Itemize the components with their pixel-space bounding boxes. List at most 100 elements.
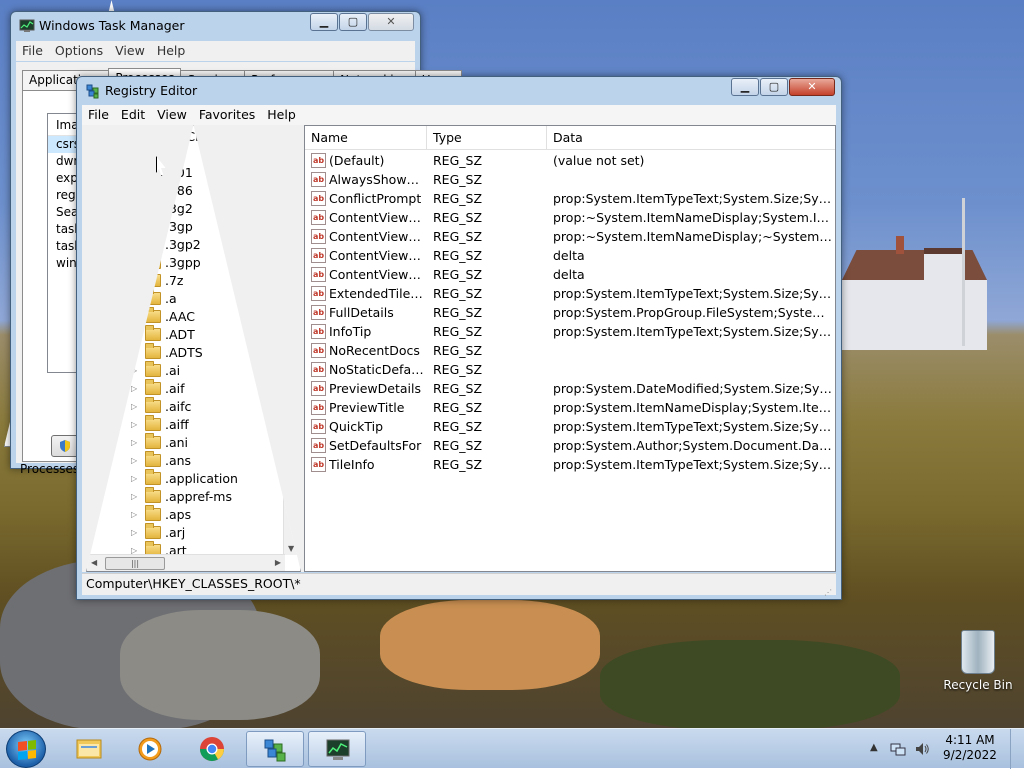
registry-key-tree[interactable]: ◢ HKEY_CLASSES_ROOT ▷ * ▷ .001 ▷ .386 ▷ .3g2 ▷ .3… xyxy=(86,125,301,572)
tree-node-label: .ai xyxy=(165,363,181,378)
maximize-button[interactable]: ▢ xyxy=(339,13,367,31)
tree-vertical-scrollbar[interactable]: ▲ ▼ xyxy=(283,126,300,555)
registry-value-row[interactable]: abNoStaticDefault... REG_SZ xyxy=(305,360,835,379)
show-hidden-icons-arrow-icon[interactable]: ▲ xyxy=(870,742,878,753)
close-button[interactable]: ✕ xyxy=(789,78,835,96)
expand-arrow-icon[interactable]: ▷ xyxy=(131,169,139,177)
taskbar-media-player-button[interactable] xyxy=(121,731,179,767)
menu-file[interactable]: File xyxy=(82,105,115,125)
column-header-name[interactable]: Name xyxy=(305,126,427,150)
tree-node-label: .aif xyxy=(165,381,185,396)
scrollbar-thumb[interactable] xyxy=(286,144,299,160)
registry-value-row[interactable]: abContentViewMo... REG_SZ prop:~System.Ite… xyxy=(305,208,835,227)
scroll-up-arrow-icon[interactable]: ▲ xyxy=(288,128,294,137)
expand-arrow-icon[interactable]: ▷ xyxy=(131,385,139,393)
task-manager-titlebar[interactable]: Windows Task Manager ▁ ▢ ✕ xyxy=(11,12,420,40)
registry-value-row[interactable]: ab ConflictPrompt REG_SZ prop:System.ItemTy… xyxy=(305,189,835,208)
expand-arrow-icon[interactable]: ▷ xyxy=(131,349,139,357)
column-header-type[interactable]: Type xyxy=(427,126,547,150)
expand-arrow-icon[interactable]: ▷ xyxy=(131,241,139,249)
expand-arrow-icon[interactable]: ▷ xyxy=(131,475,139,483)
taskbar-clock[interactable]: 4:11 AM 9/2/2022 xyxy=(936,733,1004,763)
scroll-down-arrow-icon[interactable]: ▼ xyxy=(288,544,294,553)
menu-favorites[interactable]: Favorites xyxy=(193,105,261,125)
registry-value-row[interactable]: ab ExtendedTileInfo REG_SZ prop:System.Item… xyxy=(305,284,835,303)
registry-value-row[interactable]: ab AlwaysShowExt REG_SZ xyxy=(305,170,835,189)
expand-arrow-icon[interactable]: ▷ xyxy=(131,529,139,537)
maximize-button[interactable]: ▢ xyxy=(760,78,788,96)
network-icon[interactable] xyxy=(890,741,906,757)
tree-node-label: .001 xyxy=(165,165,193,180)
expand-arrow-icon[interactable]: ▷ xyxy=(131,403,139,411)
start-button[interactable] xyxy=(6,730,46,768)
expand-arrow-icon[interactable]: ▷ xyxy=(131,295,139,303)
value-data-cell: prop:System.ItemTypeText;System.Size;Sys… xyxy=(553,324,833,339)
value-data-cell: prop:System.DateModified;System.Size;Sys… xyxy=(553,381,833,396)
string-value-icon: ab xyxy=(311,267,326,282)
registry-value-row[interactable]: ab (Default) REG_SZ (value not set) xyxy=(305,151,835,170)
scroll-right-arrow-icon[interactable]: ▶ xyxy=(275,558,281,567)
resize-grip-icon[interactable]: ⋰ xyxy=(824,583,834,597)
taskbar-explorer-button[interactable] xyxy=(60,731,118,767)
volume-icon[interactable] xyxy=(914,741,930,757)
registry-editor-titlebar[interactable]: Registry Editor ▁ ▢ ✕ xyxy=(77,77,841,105)
expand-arrow-icon[interactable]: ▷ xyxy=(131,367,139,375)
registry-value-row[interactable]: ab NoRecentDocs REG_SZ xyxy=(305,341,835,360)
value-data-cell: prop:~System.ItemNameDisplay;System.Item… xyxy=(553,210,833,225)
menu-file[interactable]: File xyxy=(16,41,49,61)
registry-value-row[interactable]: ab PreviewTitle REG_SZ prop:System.ItemName… xyxy=(305,398,835,417)
expand-arrow-icon[interactable]: ▷ xyxy=(131,439,139,447)
registry-value-row[interactable]: ab QuickTip REG_SZ prop:System.ItemTypeText… xyxy=(305,417,835,436)
registry-editor-window[interactable]: Registry Editor ▁ ▢ ✕ File Edit View Fav… xyxy=(76,76,842,600)
scroll-left-arrow-icon[interactable]: ◀ xyxy=(91,558,97,567)
expand-arrow-icon[interactable]: ▷ xyxy=(131,331,139,339)
expand-arrow-icon[interactable]: ▷ xyxy=(131,277,139,285)
registry-value-row[interactable]: ab FullDetails REG_SZ prop:System.PropGroup… xyxy=(305,303,835,322)
minimize-button[interactable]: ▁ xyxy=(731,78,759,96)
expand-arrow-icon[interactable]: ▷ xyxy=(131,187,139,195)
value-data-cell: (value not set) xyxy=(553,153,645,168)
menu-help[interactable]: Help xyxy=(151,41,192,61)
collapse-arrow-icon[interactable]: ◢ xyxy=(109,133,117,141)
close-button[interactable]: ✕ xyxy=(368,13,414,31)
registry-value-row[interactable]: ab PreviewDetails REG_SZ prop:System.DateMo… xyxy=(305,379,835,398)
expand-arrow-icon[interactable]: ▷ xyxy=(131,493,139,501)
expand-arrow-icon[interactable]: ▷ xyxy=(131,205,139,213)
taskbar-chrome-button[interactable] xyxy=(183,731,241,767)
menu-options[interactable]: Options xyxy=(49,41,109,61)
window-title: Windows Task Manager xyxy=(39,18,185,33)
expand-arrow-icon[interactable]: ▷ xyxy=(131,457,139,465)
taskbar-regedit-button[interactable] xyxy=(246,731,304,767)
menu-edit[interactable]: Edit xyxy=(115,105,151,125)
scrollbar-thumb[interactable]: ||| xyxy=(105,557,165,570)
menu-help[interactable]: Help xyxy=(261,105,302,125)
registry-value-row[interactable]: ab InfoTip REG_SZ prop:System.ItemTypeText;… xyxy=(305,322,835,341)
minimize-button[interactable]: ▁ xyxy=(310,13,338,31)
registry-value-row[interactable]: ab SetDefaultsFor REG_SZ prop:System.Author… xyxy=(305,436,835,455)
value-data-cell: prop:System.ItemTypeText;System.Size;Sys… xyxy=(553,419,833,434)
registry-value-row[interactable]: abContentViewMo... REG_SZ delta xyxy=(305,265,835,284)
menu-view[interactable]: View xyxy=(151,105,193,125)
taskbar-taskmgr-button[interactable] xyxy=(308,731,366,767)
registry-value-row[interactable]: abContentViewMo... REG_SZ prop:~System.Ite… xyxy=(305,227,835,246)
folder-icon xyxy=(145,469,161,485)
tree-horizontal-scrollbar[interactable]: ◀ ||| ▶ xyxy=(87,554,285,571)
expand-arrow-icon[interactable]: ▷ xyxy=(131,313,139,321)
value-name-cell: ContentViewMo... xyxy=(329,248,425,263)
string-value-icon: ab xyxy=(311,457,326,472)
recycle-bin-desktop-icon[interactable]: Recycle Bin xyxy=(940,630,1016,692)
tree-node-label: .AAC xyxy=(165,309,195,324)
current-key-path: Computer\HKEY_CLASSES_ROOT\* xyxy=(86,576,301,591)
expand-arrow-icon[interactable]: ▷ xyxy=(131,259,139,267)
expand-arrow-icon[interactable]: ▷ xyxy=(131,151,139,159)
expand-arrow-icon[interactable]: ▷ xyxy=(131,421,139,429)
show-desktop-button[interactable] xyxy=(1010,729,1024,769)
registry-value-row[interactable]: abContentViewMo... REG_SZ delta xyxy=(305,246,835,265)
expand-arrow-icon[interactable]: ▷ xyxy=(131,223,139,231)
expand-arrow-icon[interactable]: ▷ xyxy=(131,511,139,519)
registry-value-row[interactable]: ab TileInfo REG_SZ prop:System.ItemTypeText… xyxy=(305,455,835,474)
string-value-icon: ab xyxy=(311,305,326,320)
menu-view[interactable]: View xyxy=(109,41,151,61)
registry-values-list[interactable]: Name Type Data ab (Default) REG_SZ (value n… xyxy=(304,125,836,572)
column-header-data[interactable]: Data xyxy=(547,126,833,150)
